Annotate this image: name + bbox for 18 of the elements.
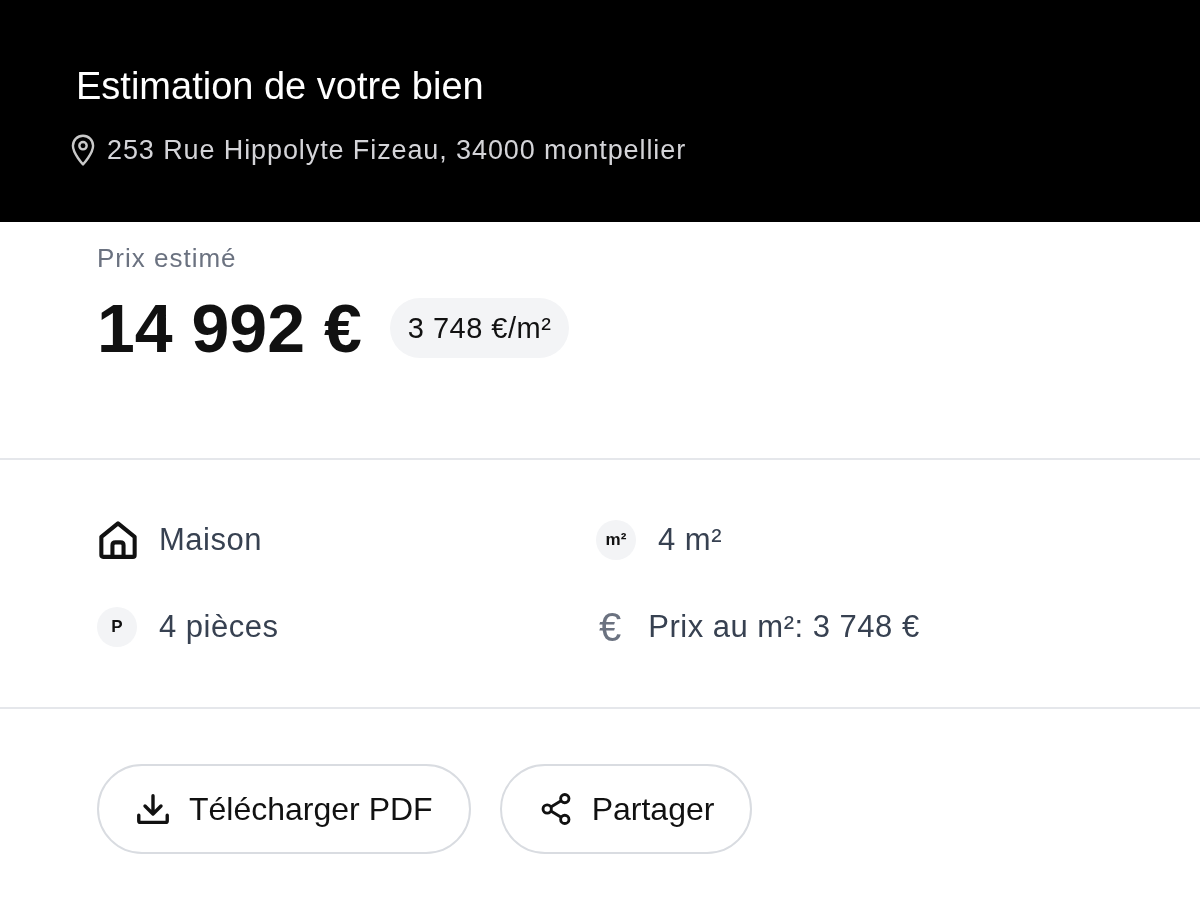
share-button[interactable]: Partager [499,764,753,854]
location-pin-icon [71,134,95,166]
estimate-label: Prix estimé [97,242,237,274]
feature-text: 4 pièces [159,609,279,645]
area-icon: m² [596,520,636,560]
rooms-icon: P [97,607,137,647]
feature-text: Maison [159,522,262,558]
share-icon [539,793,572,825]
estimated-price: 14 992 € [97,298,362,358]
download-icon [137,793,169,825]
feature-text: 4 m² [658,522,722,558]
address-text: 253 Rue Hippolyte Fizeau, 34000 montpellier [107,134,687,167]
house-icon [99,521,137,559]
euro-icon: € [599,607,622,647]
price-per-m2-pill: 3 748 €/m² [389,298,570,358]
download-pdf-button[interactable]: Télécharger PDF [97,764,471,854]
page-title: Estimation de votre bien [76,64,484,109]
feature-text: Prix au m²: 3 748 € [648,609,920,645]
